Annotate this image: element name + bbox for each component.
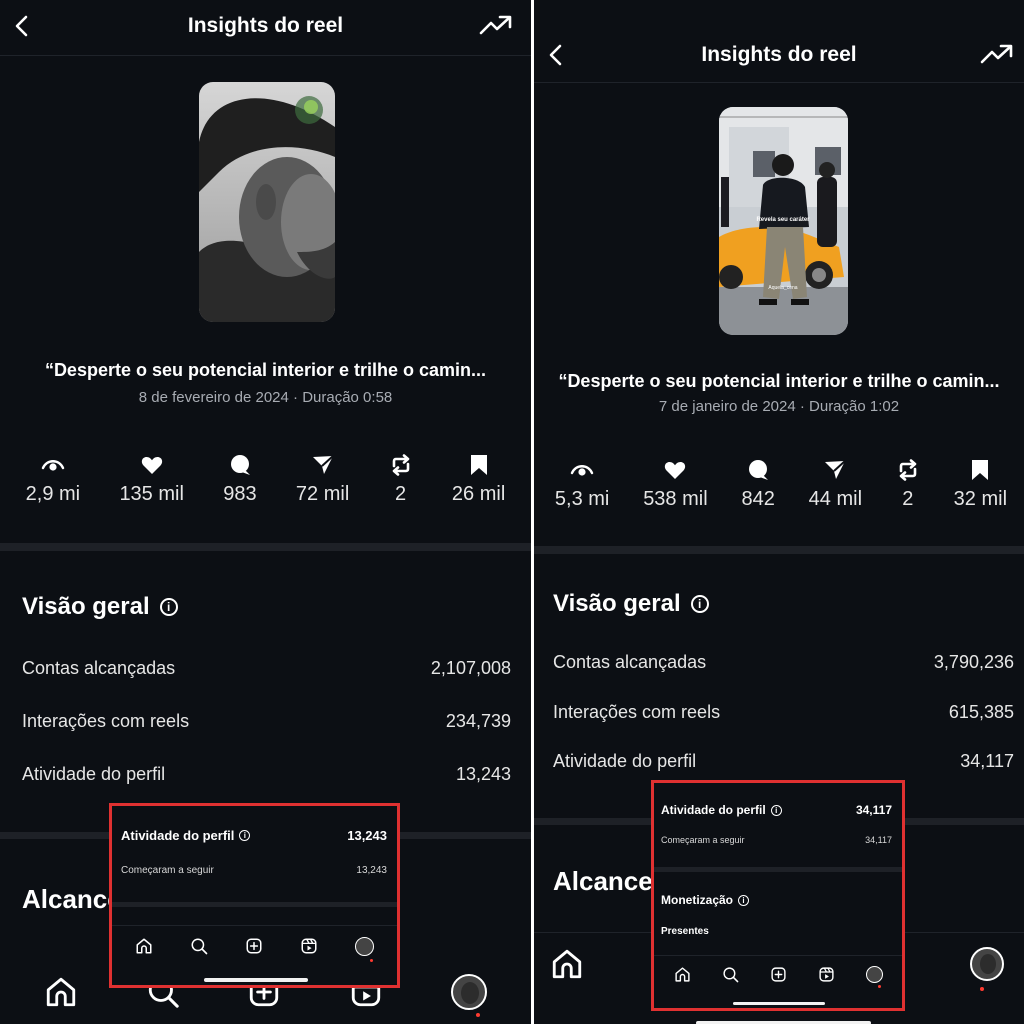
nav-divider xyxy=(654,955,902,956)
info-icon[interactable]: i xyxy=(738,894,750,906)
profile-avatar[interactable] xyxy=(354,936,374,956)
stat-likes: 538 mil xyxy=(643,458,708,511)
notification-dot xyxy=(878,985,881,988)
home-icon[interactable] xyxy=(44,975,78,1009)
right-screenshot: Insights do reel Revela seu caráter Aque… xyxy=(534,0,1024,1024)
reel-date-duration: 7 de janeiro de 2024 · Duração 1:02 xyxy=(658,398,900,415)
info-icon[interactable]: i xyxy=(770,804,782,816)
stat-comments: 842 xyxy=(741,458,775,511)
metric-row[interactable]: Interações com reels 234,739 xyxy=(22,711,511,732)
header: Insights do reel xyxy=(534,37,1024,73)
comment-icon xyxy=(746,458,770,482)
eye-icon xyxy=(41,453,65,477)
stat-saves: 26 mil xyxy=(452,453,505,506)
left-screenshot: Insights do reel “Desperte o seu potenci… xyxy=(0,0,531,1024)
bookmark-icon xyxy=(467,453,491,477)
profile-avatar[interactable] xyxy=(451,974,488,1010)
overlay-bottom-nav xyxy=(117,934,392,958)
back-arrow-icon[interactable] xyxy=(544,40,570,70)
metric-row[interactable]: Atividade do perfil 34,117 xyxy=(553,751,1014,772)
metric-row[interactable]: Interações com reels 615,385 xyxy=(553,702,1014,723)
create-icon[interactable] xyxy=(770,966,787,983)
stat-shares: 72 mil xyxy=(296,453,349,506)
home-icon[interactable] xyxy=(135,937,153,955)
metric-row[interactable]: Atividade do perfil 13,243 xyxy=(22,764,511,785)
search-icon[interactable] xyxy=(190,937,208,955)
bookmark-icon xyxy=(968,458,992,482)
home-icon[interactable] xyxy=(674,966,691,983)
profile-activity-zoom: Atividade do perfil i 34,117 Começaram a … xyxy=(651,780,905,1011)
stat-saves: 32 mil xyxy=(954,458,1007,511)
heart-icon xyxy=(663,458,687,482)
comment-icon xyxy=(228,453,252,477)
profile-avatar[interactable] xyxy=(970,947,1004,981)
section-separator xyxy=(0,543,531,551)
metric-row[interactable]: Contas alcançadas 3,790,236 xyxy=(553,652,1014,673)
header-divider xyxy=(534,82,1024,83)
info-icon[interactable]: i xyxy=(690,595,709,613)
repost-icon xyxy=(896,458,920,482)
page-title: Insights do reel xyxy=(187,14,344,37)
section-separator xyxy=(534,546,1024,554)
stat-comments: 983 xyxy=(223,453,257,506)
gifts-row[interactable]: Presentes xyxy=(661,926,709,937)
nav-divider xyxy=(112,925,397,926)
profile-activity-zoom: Atividade do perfil i 13,243 Começaram a … xyxy=(109,803,400,988)
overview-heading: Visão geral i xyxy=(22,593,178,621)
metric-row[interactable]: Contas alcançadas 2,107,008 xyxy=(22,658,511,679)
reels-icon[interactable] xyxy=(300,937,318,955)
home-indicator xyxy=(733,1002,825,1005)
header: Insights do reel xyxy=(0,8,531,44)
search-icon[interactable] xyxy=(722,966,739,983)
home-indicator xyxy=(204,978,308,982)
trending-icon[interactable] xyxy=(479,14,513,40)
stat-reposts: 2 xyxy=(389,453,413,506)
stat-likes: 135 mil xyxy=(119,453,184,506)
back-arrow-icon[interactable] xyxy=(10,11,36,41)
eye-icon xyxy=(570,458,594,482)
thumbnail-watermark: Aquela_cena xyxy=(768,285,797,291)
reach-heading: Alcance xyxy=(553,866,653,896)
overlay-followers-row: Começaram a seguir 13,243 xyxy=(121,865,387,876)
share-icon xyxy=(311,453,335,477)
stat-views: 5,3 mi xyxy=(555,458,609,511)
stat-views: 2,9 mi xyxy=(26,453,80,506)
trending-icon[interactable] xyxy=(980,43,1014,69)
section-separator xyxy=(112,902,397,907)
create-icon[interactable] xyxy=(245,937,263,955)
overlay-followers-row: Começaram a seguir 34,117 xyxy=(661,835,892,845)
section-separator xyxy=(654,867,902,872)
stats-row: 2,9 mi 135 mil 983 72 mil 2 26 mil xyxy=(0,453,531,506)
profile-avatar[interactable] xyxy=(865,965,883,983)
monetization-heading: Monetização i xyxy=(661,893,750,907)
share-icon xyxy=(823,458,847,482)
overlay-activity-row[interactable]: Atividade do perfil i 34,117 xyxy=(661,803,892,817)
info-icon[interactable]: i xyxy=(239,830,251,841)
reels-icon[interactable] xyxy=(818,966,835,983)
reel-thumbnail[interactable]: Revela seu caráter Aquela_cena xyxy=(719,107,848,335)
notification-dot xyxy=(980,987,984,991)
reach-heading: Alcance xyxy=(22,884,122,914)
stat-shares: 44 mil xyxy=(809,458,862,511)
header-divider xyxy=(0,55,531,56)
reel-thumbnail[interactable] xyxy=(199,82,335,322)
reel-date-duration: 8 de fevereiro de 2024 · Duração 0:58 xyxy=(138,389,393,406)
overview-heading: Visão geral i xyxy=(553,590,709,618)
notification-dot xyxy=(476,1013,480,1017)
reel-caption: “Desperte o seu potencial interior e tri… xyxy=(558,371,1000,391)
page-title: Insights do reel xyxy=(701,43,857,66)
overlay-bottom-nav xyxy=(658,963,898,985)
overlay-activity-row[interactable]: Atividade do perfil i 13,243 xyxy=(121,828,387,843)
repost-icon xyxy=(389,453,413,477)
thumbnail-overlay-text: Revela seu caráter xyxy=(756,217,810,223)
reel-caption: “Desperte o seu potencial interior e tri… xyxy=(44,360,487,380)
home-icon[interactable] xyxy=(550,947,584,981)
info-icon[interactable]: i xyxy=(159,598,178,616)
stat-reposts: 2 xyxy=(896,458,920,511)
notification-dot xyxy=(370,959,373,962)
stats-row: 5,3 mi 538 mil 842 44 mil 2 32 mil xyxy=(534,458,1024,511)
heart-icon xyxy=(140,453,164,477)
